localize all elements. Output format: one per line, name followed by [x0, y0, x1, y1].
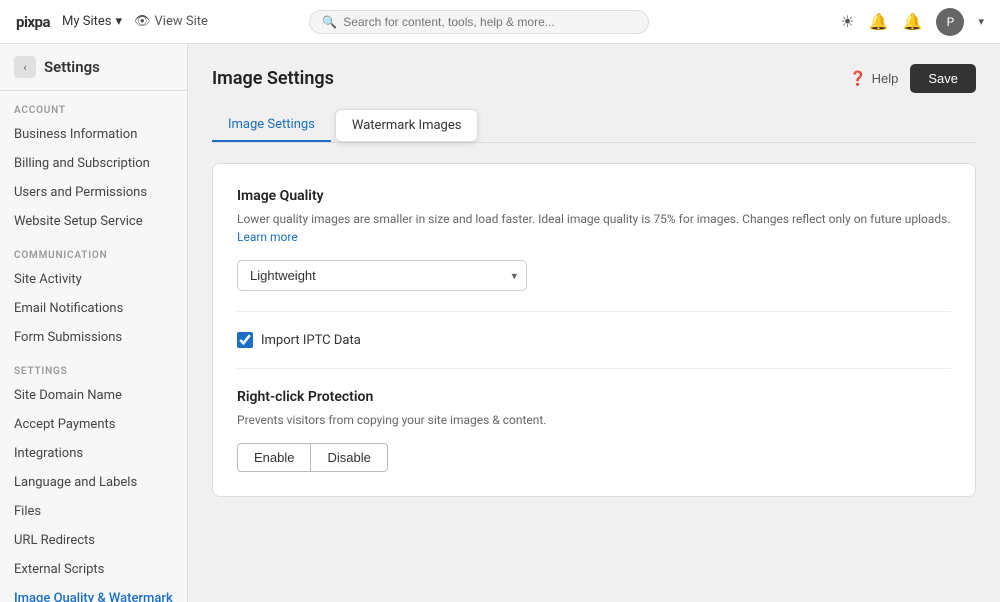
sidebar-title: Settings: [44, 58, 100, 76]
sun-icon[interactable]: ☀: [840, 12, 854, 31]
avatar[interactable]: P: [936, 8, 964, 36]
disable-button[interactable]: Disable: [311, 443, 387, 472]
tab-watermark-images[interactable]: Watermark Images: [335, 109, 479, 142]
back-icon: ‹: [23, 61, 26, 74]
search-input[interactable]: [343, 15, 636, 29]
sidebar-section-account: ACCOUNT Business Information Billing and…: [0, 91, 187, 236]
image-quality-section: Image Quality Lower quality images are s…: [237, 188, 951, 291]
topnav-right: ☀ 🔔 🔔 P ▾: [840, 8, 984, 36]
sidebar-back-button[interactable]: ‹: [14, 56, 36, 78]
sidebar-item-website-setup-service[interactable]: Website Setup Service: [0, 207, 187, 236]
enable-button[interactable]: Enable: [237, 443, 311, 472]
sidebar-item-billing-subscription[interactable]: Billing and Subscription: [0, 149, 187, 178]
sidebar-item-email-notifications[interactable]: Email Notifications: [0, 294, 187, 323]
sidebar-item-business-information[interactable]: Business Information: [0, 120, 187, 149]
section-label-account: ACCOUNT: [0, 91, 187, 120]
eye-icon: 👁: [134, 14, 151, 29]
section-label-settings: SETTINGS: [0, 352, 187, 381]
section-label-communication: COMMUNICATION: [0, 236, 187, 265]
mysites-chevron-icon: ▾: [115, 14, 122, 29]
sidebar: ‹ Settings ACCOUNT Business Information …: [0, 44, 188, 602]
sidebar-header: ‹ Settings: [0, 44, 187, 91]
tabs: Image Settings Watermark Images: [212, 109, 976, 143]
divider-2: [237, 368, 951, 369]
sidebar-item-form-submissions[interactable]: Form Submissions: [0, 323, 187, 352]
page-title: Image Settings: [212, 68, 334, 89]
mysites-dropdown[interactable]: My Sites ▾: [62, 14, 122, 29]
header-actions: ❓ Help Save: [849, 64, 976, 93]
viewsite-link[interactable]: 👁 View Site: [134, 14, 208, 29]
avatar-chevron-icon: ▾: [978, 15, 984, 28]
viewsite-label: View Site: [155, 14, 208, 29]
content-area: Image Settings ❓ Help Save Image Setting…: [188, 44, 1000, 602]
sidebar-item-accept-payments[interactable]: Accept Payments: [0, 410, 187, 439]
sidebar-item-site-activity[interactable]: Site Activity: [0, 265, 187, 294]
bell-icon[interactable]: 🔔: [903, 12, 923, 31]
sidebar-item-users-permissions[interactable]: Users and Permissions: [0, 178, 187, 207]
search-bar[interactable]: 🔍: [309, 10, 649, 34]
help-label: Help: [872, 71, 899, 86]
search-icon: 🔍: [322, 15, 337, 29]
notifications-icon[interactable]: 🔔: [869, 12, 889, 31]
import-iptc-checkbox[interactable]: [237, 332, 253, 348]
tab-image-settings[interactable]: Image Settings: [212, 109, 331, 142]
learn-more-link[interactable]: Learn more: [237, 230, 298, 244]
sidebar-item-files[interactable]: Files: [0, 497, 187, 526]
right-click-section: Right-click Protection Prevents visitors…: [237, 389, 951, 472]
import-iptc-row: Import IPTC Data: [237, 332, 951, 348]
right-click-button-group: Enable Disable: [237, 443, 951, 472]
mysites-label: My Sites: [62, 14, 111, 29]
sidebar-item-integrations[interactable]: Integrations: [0, 439, 187, 468]
divider-1: [237, 311, 951, 312]
save-button[interactable]: Save: [910, 64, 976, 93]
sidebar-item-language-labels[interactable]: Language and Labels: [0, 468, 187, 497]
sidebar-item-external-scripts[interactable]: External Scripts: [0, 555, 187, 584]
import-iptc-label[interactable]: Import IPTC Data: [261, 333, 361, 348]
avatar-letter: P: [947, 15, 955, 29]
help-circle-icon: ❓: [849, 70, 866, 87]
sidebar-section-communication: COMMUNICATION Site Activity Email Notifi…: [0, 236, 187, 352]
sidebar-item-site-domain-name[interactable]: Site Domain Name: [0, 381, 187, 410]
right-click-title: Right-click Protection: [237, 389, 951, 405]
image-quality-dropdown-wrap: Lightweight Standard High Quality Origin…: [237, 260, 527, 291]
sidebar-item-url-redirects[interactable]: URL Redirects: [0, 526, 187, 555]
right-click-description: Prevents visitors from copying your site…: [237, 411, 951, 429]
logo: pixpa: [16, 13, 50, 31]
image-quality-select[interactable]: Lightweight Standard High Quality Origin…: [237, 260, 527, 291]
main-layout: ‹ Settings ACCOUNT Business Information …: [0, 44, 1000, 602]
sidebar-section-settings: SETTINGS Site Domain Name Accept Payment…: [0, 352, 187, 602]
sidebar-item-image-quality-watermark[interactable]: Image Quality & Watermark: [0, 584, 187, 602]
image-quality-title: Image Quality: [237, 188, 951, 204]
settings-card: Image Quality Lower quality images are s…: [212, 163, 976, 497]
content-header: Image Settings ❓ Help Save: [212, 64, 976, 93]
topnav: pixpa My Sites ▾ 👁 View Site 🔍 ☀ 🔔 🔔 P ▾: [0, 0, 1000, 44]
image-quality-description: Lower quality images are smaller in size…: [237, 210, 951, 246]
help-button[interactable]: ❓ Help: [849, 70, 898, 87]
